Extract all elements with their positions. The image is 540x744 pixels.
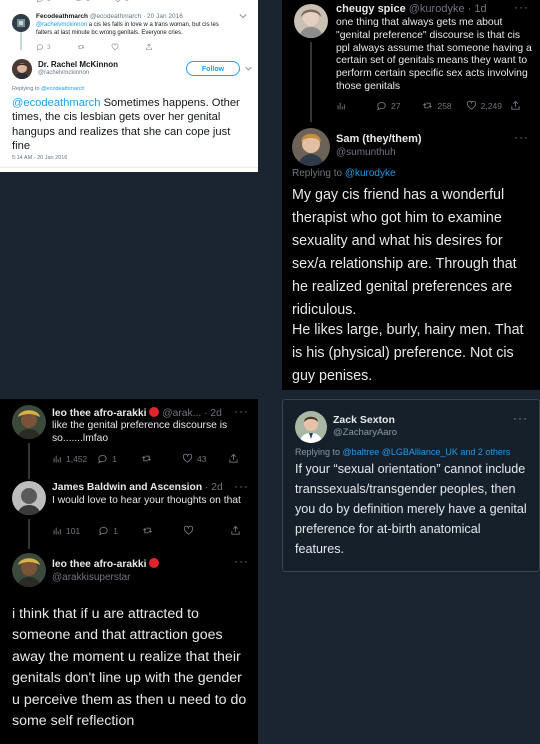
tweet-actions: 3 — [36, 43, 153, 51]
follow-button[interactable]: Follow — [186, 61, 240, 76]
tweet-header: James Baldwin and Ascension · 2d — [52, 482, 223, 493]
share-icon[interactable] — [228, 453, 239, 464]
tweet-text: I would love to hear your thoughts on th… — [52, 495, 241, 506]
like-icon[interactable] — [183, 525, 194, 536]
like-icon[interactable] — [182, 453, 193, 464]
mention-link[interactable]: @rachelvmckinnon — [36, 22, 87, 28]
author-name[interactable]: leo thee afro-arakki — [52, 559, 146, 570]
chevron-down-icon[interactable] — [245, 66, 252, 71]
more-icon[interactable]: ··· — [234, 554, 249, 568]
more-icon[interactable]: ··· — [514, 0, 529, 14]
share-icon[interactable] — [145, 43, 153, 51]
retweet-icon[interactable] — [142, 525, 153, 536]
share-icon[interactable] — [230, 525, 241, 536]
tweet-text-paragraph-2: He likes large, burly, hairy men. That i… — [292, 322, 524, 384]
author-name[interactable]: James Baldwin and Ascension — [52, 482, 202, 493]
tweet-text: like the genital preference discourse is… — [52, 420, 228, 444]
avatar-kurodyke[interactable] — [294, 4, 328, 38]
author-handle[interactable]: @arak... — [162, 408, 201, 419]
more-icon[interactable]: ··· — [513, 411, 528, 425]
avatar-zack[interactable] — [295, 411, 327, 443]
like-icon[interactable] — [114, 0, 122, 3]
avatar-arakki[interactable] — [12, 553, 46, 587]
author-name[interactable]: Dr. Rachel McKinnon — [38, 60, 118, 69]
reply-icon[interactable] — [376, 100, 387, 111]
avatar-james-baldwin[interactable] — [12, 481, 46, 515]
tweet-text: @ecodeathmarch Sometimes happens. Other … — [12, 97, 240, 153]
avatar-arakki[interactable] — [12, 405, 46, 439]
author-handle[interactable]: @arakkisuperstar — [52, 572, 131, 583]
author-handle[interactable]: @ecodeathmarch — [90, 13, 141, 20]
chevron-down-icon[interactable] — [239, 13, 247, 19]
tweet-text: If your “sexual orientation” cannot incl… — [295, 462, 527, 556]
top-stats-row: 0 1 3 — [36, 0, 129, 3]
replying-to: Replying to @baltree @LGBAlliance_UK and… — [295, 447, 511, 457]
retweet-icon[interactable] — [77, 43, 85, 51]
thread-line — [310, 42, 312, 122]
tweet-timestamp[interactable]: 5:14 AM - 20 Jan 2016 — [12, 155, 67, 161]
divider — [0, 167, 258, 168]
tweet-actions: 101 1 — [52, 525, 241, 536]
red-circle-emoji — [149, 558, 160, 568]
replying-to: Replying to @kurodyke — [292, 168, 396, 179]
author-handle[interactable]: @sumunthuh — [336, 147, 396, 158]
panel-kurodyke-thread: cheugy spice @kurodyke · 1d ··· one thin… — [282, 0, 540, 390]
tweet-time[interactable]: 1d — [474, 3, 486, 15]
replying-handle-link[interactable]: @ecodeathmarch — [41, 86, 85, 92]
replying-handle-link[interactable]: @kurodyke — [345, 168, 396, 179]
replying-handles-link[interactable]: @baltree @LGBAlliance_UK and 2 others — [343, 447, 511, 457]
reply-icon[interactable] — [98, 525, 109, 536]
author-handle[interactable]: @rachelvmckinnon — [38, 70, 89, 76]
like-icon[interactable] — [466, 100, 477, 111]
more-icon[interactable]: ··· — [234, 479, 249, 493]
panel-arakki-thread: leo thee afro-arakki @arak... · 2d ··· l… — [0, 399, 258, 744]
panel-zack-sexton: Zack Sexton @ZacharyAaro ··· Replying to… — [282, 399, 540, 572]
retweet-icon[interactable] — [141, 453, 152, 464]
views-icon[interactable] — [52, 526, 62, 536]
panel-rachel-thread: 0 1 3 Fecodeathmarch @ecodeathmarch · 20… — [0, 0, 258, 172]
thread-line — [20, 30, 22, 50]
avatar-rachel[interactable] — [12, 59, 32, 79]
thread-line — [28, 443, 30, 479]
retweet-icon[interactable] — [422, 100, 433, 111]
views-icon[interactable] — [52, 454, 62, 464]
like-icon[interactable] — [111, 43, 119, 51]
tweet-actions: 27 258 2,249 — [336, 100, 536, 111]
views-icon[interactable] — [336, 101, 346, 111]
avatar-ecodeathmarch[interactable] — [12, 14, 30, 32]
thread-line — [28, 519, 30, 549]
author-name[interactable]: cheugy spice — [336, 3, 406, 15]
more-icon[interactable]: ··· — [234, 404, 249, 418]
tweet-header: cheugy spice @kurodyke · 1d — [336, 3, 487, 15]
tweet-text: one thing that always gets me about "gen… — [336, 17, 532, 92]
more-icon[interactable]: ··· — [514, 130, 529, 144]
tweet-text: @rachelvmckinnon a cis les falls in love… — [36, 22, 219, 36]
author-name[interactable]: Sam (they/them) — [336, 133, 422, 145]
tweet-header: leo thee afro-arakki @arak... · 2d — [52, 407, 222, 419]
avatar-sam[interactable] — [292, 128, 330, 166]
reply-icon[interactable] — [36, 0, 44, 3]
tweet-text-paragraph-1: My gay cis friend has a wonderful therap… — [292, 187, 517, 318]
tweet-actions: 1,452 1 43 — [52, 453, 239, 464]
author-handle[interactable]: @kurodyke — [409, 3, 465, 15]
tweet-text: i think that if u are attracted to someo… — [12, 606, 247, 730]
tweet-time[interactable]: 2d — [211, 482, 222, 493]
tweet-header: Fecodeathmarch @ecodeathmarch · 20 Jan 2… — [36, 13, 183, 20]
author-name[interactable]: leo thee afro-arakki — [52, 408, 146, 419]
tweet-date[interactable]: 20 Jan 2016 — [147, 13, 183, 20]
mention-link[interactable]: @ecodeathmarch — [12, 97, 100, 109]
author-name[interactable]: Zack Sexton — [333, 414, 395, 426]
author-name[interactable]: Fecodeathmarch — [36, 13, 88, 20]
share-icon[interactable] — [510, 100, 521, 111]
tweet-time[interactable]: 2d — [210, 408, 221, 419]
replying-to: Replying to @ecodeathmarch — [12, 86, 85, 92]
reply-icon[interactable] — [97, 453, 108, 464]
author-handle[interactable]: @ZacharyAaro — [333, 427, 397, 438]
red-circle-emoji — [149, 407, 160, 417]
reply-icon[interactable] — [36, 43, 44, 51]
tweet-header: leo thee afro-arakki — [52, 558, 160, 570]
retweet-icon[interactable] — [75, 0, 83, 3]
